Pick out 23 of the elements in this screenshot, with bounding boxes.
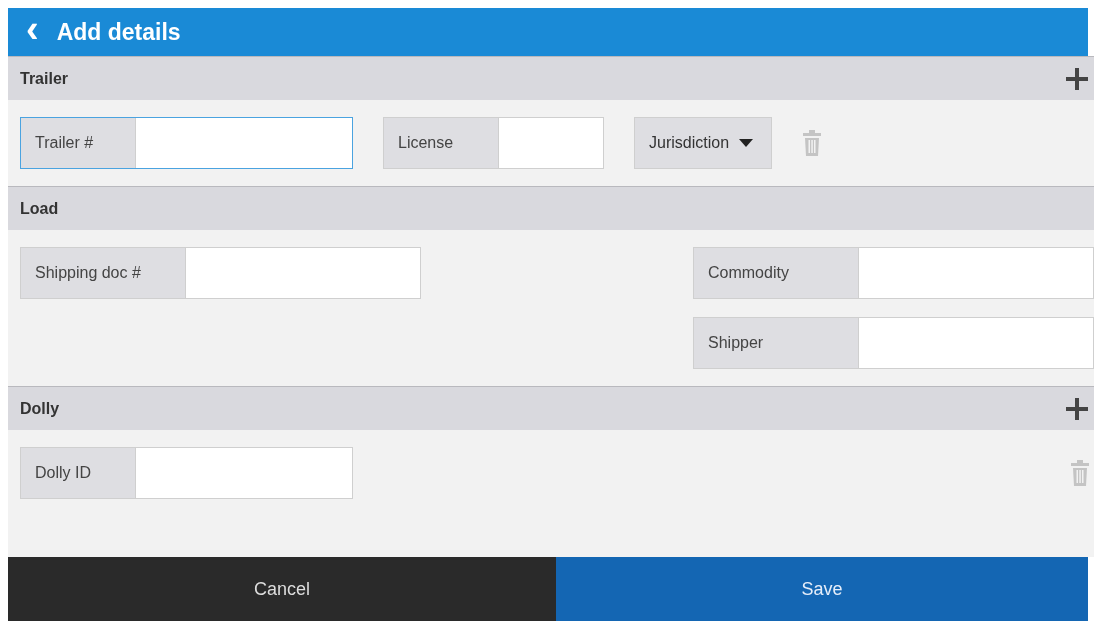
- field-label: Trailer #: [21, 118, 136, 168]
- text-field[interactable]: Dolly ID: [20, 447, 353, 499]
- jurisdiction-dropdown[interactable]: Jurisdiction: [634, 117, 773, 169]
- cancel-button[interactable]: Cancel: [8, 557, 556, 621]
- field-label: Commodity: [694, 248, 859, 298]
- field-label: License: [384, 118, 499, 168]
- section-title: Trailer: [20, 69, 69, 88]
- text-field[interactable]: Shipping doc #: [20, 247, 421, 299]
- text-field[interactable]: Commodity: [693, 247, 1094, 299]
- field-label: Dolly ID: [21, 448, 136, 498]
- add-button[interactable]: [1064, 395, 1090, 422]
- text-field[interactable]: Shipper: [693, 317, 1094, 369]
- back-button[interactable]: ‹: [22, 10, 43, 48]
- page-title: Add details: [56, 18, 181, 46]
- caret-icon: [739, 139, 754, 147]
- section-title: Dolly: [20, 399, 60, 418]
- add-button[interactable]: [1064, 65, 1090, 92]
- save-button[interactable]: Save: [556, 557, 1088, 621]
- text-field[interactable]: Trailer #: [20, 117, 353, 169]
- section-title: Load: [20, 199, 59, 218]
- field-label: Shipping doc #: [21, 248, 186, 298]
- field-label: Shipper: [694, 318, 859, 368]
- text-field[interactable]: License: [383, 117, 604, 169]
